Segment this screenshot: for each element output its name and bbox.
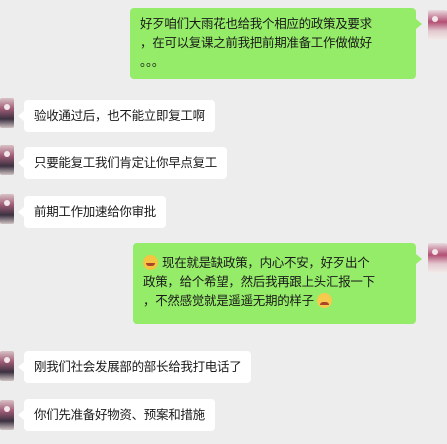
message-text: 验收通过后，也不能立即复工啊 <box>34 108 205 123</box>
message-bubble-self[interactable]: 现在就是缺政策，内心不安，好歹出个 政策，给个希望，然后我再跟上头汇报一下 ，不… <box>133 243 422 324</box>
message-bubble-self[interactable]: 好歹咱们大雨花也给我个相应的政策及要求 ，在可以复课之前我把前期准备工作做做好 … <box>130 8 422 79</box>
contact-avatar[interactable] <box>0 145 14 175</box>
message-bubble-contact[interactable]: 验收通过后，也不能立即复工啊 <box>18 100 215 132</box>
message-line: ，不然感觉就是遥遥无期的样子 <box>143 293 314 308</box>
user-avatar-self[interactable] <box>428 243 447 273</box>
message-text: 前期工作加速给你审批 <box>34 204 157 219</box>
message-text: 你们先准备好物资、预案和措施 <box>34 407 205 422</box>
message-text: 只要能复工我们肯定让你早点复工 <box>34 155 218 170</box>
message-line: 现在就是缺政策，内心不安，好歹出个 <box>162 255 370 270</box>
message-bubble-contact[interactable]: 刚我们社会发展部的部长给我打电话了 <box>17 351 252 383</box>
contact-avatar[interactable] <box>0 98 14 128</box>
crying-emoji-icon <box>316 293 332 308</box>
message-line: 好歹咱们大雨花也给我个相应的政策及要求 <box>140 16 372 31</box>
message-line: ，在可以复课之前我把前期准备工作做做好 <box>140 35 372 50</box>
message-bubble-contact[interactable]: 只要能复工我们肯定让你早点复工 <box>17 147 228 179</box>
message-line: 政策，给个希望，然后我再跟上头汇报一下 <box>143 274 375 289</box>
grimace-emoji-icon <box>143 255 158 270</box>
contact-avatar[interactable] <box>0 400 14 430</box>
contact-avatar[interactable] <box>0 194 14 224</box>
message-bubble-contact[interactable]: 前期工作加速给你审批 <box>17 196 167 228</box>
contact-avatar[interactable] <box>0 351 14 381</box>
message-text: 刚我们社会发展部的部长给我打电话了 <box>34 359 242 374</box>
message-bubble-contact[interactable]: 你们先准备好物资、预案和措施 <box>18 399 215 431</box>
message-line: 。。。 <box>140 54 165 69</box>
user-avatar-self[interactable] <box>428 10 447 40</box>
chat-window: 好歹咱们大雨花也给我个相应的政策及要求 ，在可以复课之前我把前期准备工作做做好 … <box>0 0 447 444</box>
